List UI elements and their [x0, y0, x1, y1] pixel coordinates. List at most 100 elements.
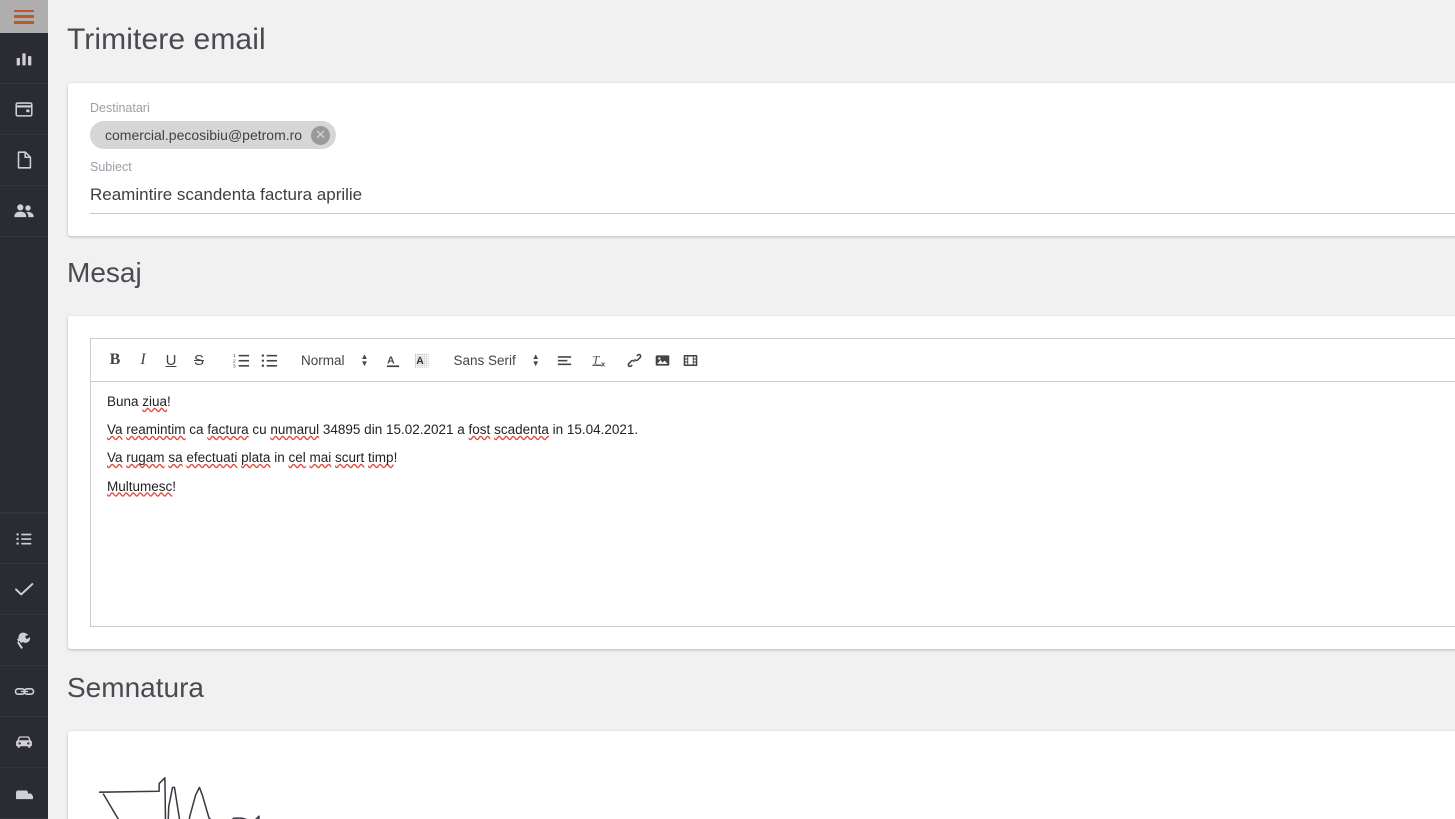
ordered-list-icon[interactable]: 1 2 3	[227, 346, 255, 374]
document-icon	[13, 149, 35, 171]
spellcheck-word: scurt	[335, 450, 365, 466]
car-icon	[12, 730, 36, 754]
spellcheck-word: rugam	[126, 450, 165, 466]
sidebar-item-documents[interactable]	[0, 135, 48, 186]
list-icon	[13, 528, 35, 550]
spellcheck-word: cel	[288, 450, 306, 466]
message-text: in	[270, 450, 289, 466]
rich-text-editor: B I U S 1 2 3 Normal ▲ ▼ A A Sans Serif …	[90, 338, 1455, 627]
sidebar-item-clients[interactable]	[0, 186, 48, 237]
video-icon[interactable]	[677, 346, 705, 374]
message-paragraph: Va reamintim ca factura cu numarul 34895…	[107, 422, 1449, 438]
sidebar-item-vehicles[interactable]	[0, 717, 48, 768]
calendar-icon	[13, 98, 35, 120]
bullet-list-icon[interactable]	[255, 346, 283, 374]
recipients-chip-list: comercial.pecosibiu@petrom.ro ✕	[90, 121, 1455, 149]
heading-picker[interactable]: Normal ▲ ▼	[297, 346, 372, 374]
message-text: !	[172, 478, 177, 494]
recipient-chip: comercial.pecosibiu@petrom.ro ✕	[90, 121, 337, 149]
align-left-icon[interactable]	[551, 346, 579, 374]
people-icon	[12, 199, 36, 223]
link-icon	[13, 680, 36, 703]
message-text: !	[167, 394, 171, 409]
link-icon[interactable]	[621, 346, 649, 374]
signature-card	[68, 731, 1455, 819]
close-circle-icon[interactable]: ✕	[311, 125, 331, 145]
svg-text:A: A	[416, 355, 424, 366]
svg-text:3: 3	[233, 363, 236, 368]
svg-text:2: 2	[233, 358, 236, 364]
spellcheck-word: Va	[107, 450, 123, 466]
sidebar-item-lists[interactable]	[0, 513, 48, 564]
spellcheck-word: mai	[309, 450, 332, 466]
sidebar-item-calendar[interactable]	[0, 84, 48, 135]
spellcheck-word: Multumesc	[107, 478, 173, 494]
subject-label: Subiect	[90, 160, 132, 174]
subject-input[interactable]	[90, 185, 1455, 214]
spellcheck-word: numarul	[270, 422, 320, 438]
sidebar-item-links[interactable]	[0, 666, 48, 717]
menu-toggle-button[interactable]	[0, 0, 48, 33]
truck-icon	[12, 781, 36, 805]
heading-picker-value: Normal	[301, 352, 345, 368]
spellcheck-word: reamintim	[126, 422, 186, 438]
spellcheck-word: factura	[207, 422, 249, 438]
sidebar-spacer	[0, 237, 48, 513]
spellcheck-word: fost	[468, 422, 491, 438]
spellcheck-word: Va	[107, 422, 123, 438]
main-sidebar	[0, 0, 48, 819]
spellcheck-word: sa	[168, 450, 183, 466]
main-content: Trimitere email Destinatari comercial.pe…	[48, 0, 1455, 819]
image-icon[interactable]	[649, 346, 677, 374]
spellcheck-word: scadenta	[494, 422, 549, 438]
bar-chart-icon	[13, 47, 35, 69]
spellcheck-word: timp	[368, 450, 394, 466]
message-section-title: Mesaj	[67, 257, 142, 288]
svg-text:1: 1	[233, 353, 236, 359]
text-color-icon[interactable]: A	[379, 346, 407, 374]
strikethrough-button[interactable]: S	[185, 346, 213, 374]
svg-text:T: T	[592, 353, 600, 367]
message-text: in 15.04.2021.	[548, 422, 639, 438]
message-text: ca	[185, 422, 208, 438]
message-paragraph: Va rugam sa efectuati plata in cel mai s…	[107, 450, 1449, 466]
spellcheck-word: plata	[241, 450, 271, 466]
signature-section-title: Semnatura	[67, 672, 204, 703]
sidebar-item-reports[interactable]	[0, 33, 48, 84]
chevron-updown-icon: ▲ ▼	[531, 352, 540, 368]
sidebar-item-service[interactable]	[0, 615, 48, 666]
message-paragraph: Multumesc!	[107, 479, 1449, 495]
font-picker-value: Sans Serif	[453, 352, 516, 368]
clear-formatting-icon[interactable]: T x	[586, 346, 614, 374]
sidebar-item-transport[interactable]	[0, 768, 48, 819]
message-paragraph: Buna ziua!	[107, 394, 1449, 410]
message-text: Buna	[107, 394, 143, 409]
message-text: cu	[248, 422, 271, 438]
spellcheck-word: efectuati	[186, 450, 238, 466]
app-root: Trimitere email Destinatari comercial.pe…	[0, 0, 1455, 819]
recipients-label: Destinatari	[90, 101, 150, 115]
background-color-icon[interactable]: A	[407, 346, 435, 374]
font-picker[interactable]: Sans Serif ▲ ▼	[449, 346, 543, 374]
editor-toolbar: B I U S 1 2 3 Normal ▲ ▼ A A Sans Serif …	[91, 339, 1455, 382]
wrench-icon	[13, 629, 36, 652]
message-body[interactable]: Buna ziua! Va reamintim ca factura cu num…	[91, 382, 1455, 626]
svg-text:x: x	[601, 360, 606, 369]
message-text: !	[393, 450, 398, 466]
svg-text:A: A	[387, 355, 395, 366]
check-icon	[12, 577, 36, 601]
bold-button[interactable]: B	[101, 346, 129, 374]
compose-meta-card: Destinatari comercial.pecosibiu@petrom.r…	[68, 83, 1455, 236]
signature-pad[interactable]	[90, 749, 1455, 819]
hamburger-icon	[14, 9, 34, 24]
message-card: B I U S 1 2 3 Normal ▲ ▼ A A Sans Serif …	[68, 316, 1455, 649]
underline-button[interactable]: U	[157, 346, 185, 374]
signature-stroke	[98, 777, 260, 819]
italic-button[interactable]: I	[129, 346, 157, 374]
recipient-chip-label: comercial.pecosibiu@petrom.ro	[105, 127, 303, 143]
page-title: Trimitere email	[67, 23, 266, 56]
chevron-updown-icon: ▲ ▼	[360, 352, 369, 368]
signature-stroke	[102, 793, 120, 819]
sidebar-item-tasks[interactable]	[0, 564, 48, 615]
subject-field-wrapper	[90, 185, 1455, 214]
